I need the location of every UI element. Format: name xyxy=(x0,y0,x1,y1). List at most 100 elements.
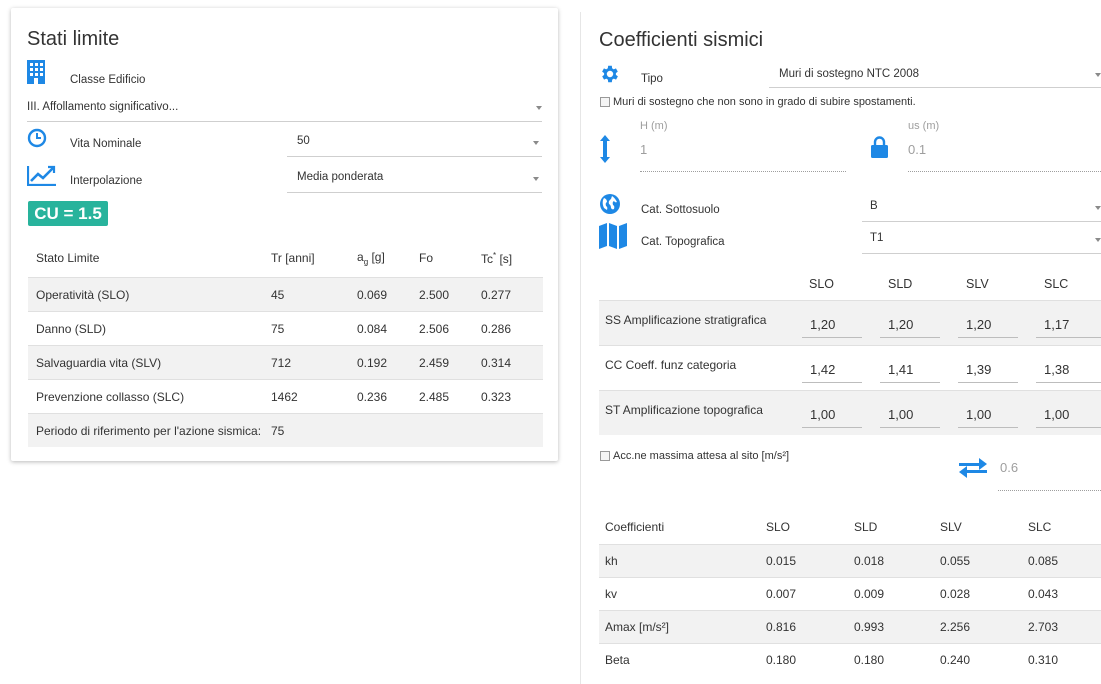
sottosuolo-select[interactable]: B xyxy=(862,196,1101,222)
cell: kh xyxy=(599,544,760,578)
periodo-label: Periodo di riferimento per l'azione sism… xyxy=(28,413,263,447)
table-row: kh 0.015 0.018 0.055 0.085 xyxy=(599,544,1101,578)
sottosuolo-value: B xyxy=(870,200,878,212)
table-header-row: Coefficienti SLO SLD SLV SLC xyxy=(599,509,1101,545)
tipo-value: Muri di sostegno NTC 2008 xyxy=(779,68,919,80)
cell: 0.009 xyxy=(848,577,934,611)
cell: Prevenzione collasso (SLC) xyxy=(28,379,263,414)
gear-icon xyxy=(602,65,618,83)
cc-sld: 1,41 xyxy=(888,362,914,377)
cell: Beta xyxy=(599,643,760,676)
st-row: ST Amplificazione topografica 1,00 1,00 … xyxy=(599,390,1101,435)
cell: 0.084 xyxy=(349,311,411,346)
header-coefficienti: Coefficienti xyxy=(605,519,665,534)
st-label: ST Amplificazione topografica xyxy=(605,403,763,417)
acc-value: 0.6 xyxy=(1000,460,1019,475)
cell: 0.043 xyxy=(1022,577,1101,611)
tipo-label: Tipo xyxy=(641,73,663,85)
topografica-select[interactable]: T1 xyxy=(862,227,1101,254)
ss-row: SS Amplificazione stratigrafica 1,20 1,2… xyxy=(599,300,1101,345)
cell: 75 xyxy=(263,311,349,346)
amp-header-slc: SLC xyxy=(1044,277,1069,291)
ss-slv: 1,20 xyxy=(966,317,992,332)
h-label: H (m) xyxy=(640,120,668,132)
cc-slv: 1,39 xyxy=(966,362,992,377)
chevron-down-icon xyxy=(533,141,539,145)
cell: 0.277 xyxy=(473,277,543,312)
classe-edificio-value: III. Affollamento significativo... xyxy=(27,101,179,113)
cell: 2.485 xyxy=(411,379,473,414)
cell: Salvaguardia vita (SLV) xyxy=(28,345,263,380)
cell: 0.180 xyxy=(760,643,848,676)
cell: 2.703 xyxy=(1022,610,1101,644)
building-icon xyxy=(27,60,45,84)
cell: 0.310 xyxy=(1022,643,1101,676)
vita-nominale-value: 50 xyxy=(297,135,310,147)
interpolazione-select[interactable]: Media ponderata xyxy=(287,166,542,193)
interpolazione-label: Interpolazione xyxy=(70,175,143,187)
muri-checkbox[interactable] xyxy=(600,97,610,107)
chevron-down-icon xyxy=(1095,238,1101,242)
cell: 0.192 xyxy=(349,345,411,380)
column-divider xyxy=(580,12,581,684)
st-sld: 1,00 xyxy=(888,407,914,422)
cc-slc: 1,38 xyxy=(1044,362,1070,377)
classe-edificio-select[interactable]: III. Affollamento significativo... xyxy=(27,96,542,122)
cell: 2.500 xyxy=(411,277,473,312)
header-tr: Tr [anni] xyxy=(271,251,315,265)
vita-nominale-label: Vita Nominale xyxy=(70,138,142,150)
periodo-value: 75 xyxy=(263,413,349,447)
cell: 0.069 xyxy=(349,277,411,312)
lock-icon xyxy=(871,136,888,158)
ss-sld: 1,20 xyxy=(888,317,914,332)
tipo-select[interactable]: Muri di sostegno NTC 2008 xyxy=(769,62,1101,88)
header-sld: SLD xyxy=(854,519,878,534)
cell: 0.323 xyxy=(473,379,543,414)
stati-limite-table: Stato Limite Tr [anni] ag [g] Fo Tc* [s]… xyxy=(28,239,543,447)
cell: 1462 xyxy=(263,379,349,414)
acc-input[interactable]: 0.6 xyxy=(998,458,1101,492)
chevron-down-icon xyxy=(1095,206,1101,210)
amp-header-sld: SLD xyxy=(888,277,913,291)
cc-row: CC Coeff. funz categoria 1,42 1,41 1,39 … xyxy=(599,345,1101,390)
cell: 0.018 xyxy=(848,544,934,578)
vita-nominale-select[interactable]: 50 xyxy=(287,130,542,157)
cell: 2.506 xyxy=(411,311,473,346)
cell: 2.459 xyxy=(411,345,473,380)
coefficienti-table: Coefficienti SLO SLD SLV SLC kh 0.015 0.01… xyxy=(599,509,1101,676)
trending-up-icon xyxy=(27,165,56,186)
cu-badge: CU = 1.5 xyxy=(28,201,108,226)
header-slo: SLO xyxy=(766,519,791,534)
stati-limite-card: Stati limite Classe Edificio III. Affoll… xyxy=(11,8,558,461)
sottosuolo-label: Cat. Sottosuolo xyxy=(641,204,720,216)
height-arrows-icon xyxy=(600,135,610,163)
cell: 0.816 xyxy=(760,610,848,644)
cell: Operatività (SLO) xyxy=(28,277,263,312)
cell: 0.055 xyxy=(934,544,1022,578)
header-stato-limite: Stato Limite xyxy=(36,251,100,265)
cell: 0.028 xyxy=(934,577,1022,611)
clock-icon xyxy=(27,128,47,148)
ss-label: SS Amplificazione stratigrafica xyxy=(605,313,767,327)
cell: 45 xyxy=(263,277,349,312)
cell: 0.236 xyxy=(349,379,411,414)
header-slv: SLV xyxy=(940,519,962,534)
cell: 0.015 xyxy=(760,544,848,578)
cell: kv xyxy=(599,577,760,611)
cc-label: CC Coeff. funz categoria xyxy=(605,358,737,372)
header-fo: Fo xyxy=(419,251,434,265)
coefficienti-sismici-title: Coefficienti sismici xyxy=(599,29,764,51)
acc-checkbox[interactable] xyxy=(600,451,610,461)
muri-checkbox-label: Muri di sostegno che non sono in grado d… xyxy=(613,96,916,108)
cell: 0.314 xyxy=(473,345,543,380)
amp-header-slv: SLV xyxy=(966,277,989,291)
us-value: 0.1 xyxy=(908,142,927,157)
cell: 712 xyxy=(263,345,349,380)
acc-checkbox-label: Acc.ne massima attesa al sito [m/s²] xyxy=(613,450,790,462)
cc-slo: 1,42 xyxy=(810,362,836,377)
amp-header-slo: SLO xyxy=(809,277,835,291)
us-input[interactable]: 0.1 xyxy=(908,142,1101,174)
h-input[interactable]: 1 xyxy=(640,142,846,174)
st-slc: 1,00 xyxy=(1044,407,1070,422)
cell: 0.286 xyxy=(473,311,543,346)
